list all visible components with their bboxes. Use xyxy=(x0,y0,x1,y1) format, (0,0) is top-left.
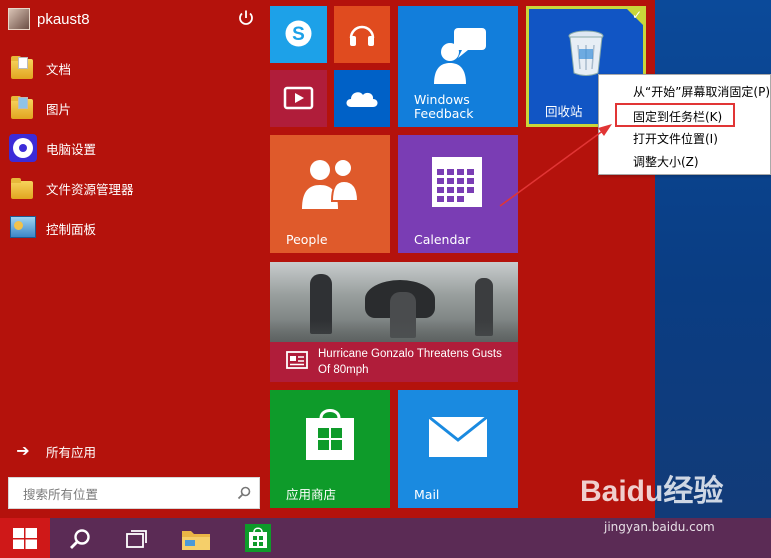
svg-text:S: S xyxy=(292,24,305,45)
news-headline: Hurricane Gonzalo Threatens Gusts Of 80m… xyxy=(318,348,502,376)
left-menu-label: 控制面板 xyxy=(46,221,97,237)
skype-icon: S xyxy=(285,20,312,47)
arrow-right-icon: ➔ xyxy=(16,443,30,460)
tile-context-menu: 从“开始”屏幕取消固定(P) 固定到任务栏(K) 打开文件位置(I) 调整大小(… xyxy=(598,74,771,175)
tile-windows-feedback[interactable]: Windows Feedback xyxy=(398,6,518,127)
store-button[interactable] xyxy=(236,518,282,558)
all-apps-label: 所有应用 xyxy=(46,444,97,460)
left-menu-label: 图片 xyxy=(46,101,72,117)
check-icon: ✓ xyxy=(631,8,642,22)
left-menu-label: 电脑设置 xyxy=(46,141,97,157)
avatar xyxy=(8,8,30,30)
task-view-icon xyxy=(126,530,147,548)
start-button[interactable] xyxy=(0,518,50,558)
left-menu-item-file-explorer[interactable]: 文件资源管理器 xyxy=(8,172,258,204)
start-left-pane: pkaust8 文档 图片 电脑设置 文件资源管理器 控制面板 ➔ 所有应用 搜… xyxy=(0,0,262,518)
search-input[interactable] xyxy=(23,484,223,504)
feedback-person-icon xyxy=(434,28,486,84)
pictures-folder-icon xyxy=(8,93,38,123)
video-icon xyxy=(283,86,314,110)
left-menu-label: 文件资源管理器 xyxy=(46,181,134,197)
people-icon xyxy=(302,158,360,209)
watermark-url: jingyan.baidu.com xyxy=(604,520,715,534)
tile-label: People xyxy=(286,232,328,247)
menu-item-open-file-location[interactable]: 打开文件位置(I) xyxy=(633,130,718,147)
user-name: pkaust8 xyxy=(37,10,90,28)
tile-label: Windows Feedback xyxy=(414,92,474,121)
tile-people[interactable]: People xyxy=(270,135,390,253)
tile-music[interactable] xyxy=(334,6,390,63)
user-account[interactable]: pkaust8 xyxy=(8,8,90,30)
control-panel-icon xyxy=(8,213,38,243)
tile-store[interactable]: 应用商店 xyxy=(270,390,390,508)
file-explorer-folder-icon xyxy=(182,531,210,550)
start-menu: pkaust8 文档 图片 电脑设置 文件资源管理器 控制面板 ➔ 所有应用 搜… xyxy=(0,0,655,518)
tile-mail[interactable]: Mail xyxy=(398,390,518,508)
headphones-icon xyxy=(349,25,375,46)
menu-item-resize[interactable]: 调整大小(Z) xyxy=(633,153,699,170)
tile-skype[interactable]: S xyxy=(270,6,327,63)
tile-news[interactable]: Hurricane Gonzalo Threatens Gusts Of 80m… xyxy=(270,262,518,382)
baidu-watermark: Baidu经验 jingyan.baidu.com xyxy=(580,466,770,556)
news-icon xyxy=(286,351,308,369)
news-photo xyxy=(270,262,518,342)
pc-settings-gear-icon xyxy=(8,133,38,163)
menu-item-unpin-from-start[interactable]: 从“开始”屏幕取消固定(P) xyxy=(633,83,770,100)
watermark-brand: Baidu经验 xyxy=(580,475,724,508)
calendar-icon xyxy=(432,157,482,207)
store-icon xyxy=(245,524,271,552)
left-menu-item-documents[interactable]: 文档 xyxy=(8,52,258,84)
search-icon xyxy=(70,529,90,549)
file-explorer-button[interactable] xyxy=(172,518,218,558)
tile-label: Calendar xyxy=(414,232,471,247)
documents-folder-icon xyxy=(8,53,38,83)
recycle-bin-icon xyxy=(568,30,604,76)
left-menu-item-control-panel[interactable]: 控制面板 xyxy=(8,212,258,244)
left-menu-item-pictures[interactable]: 图片 xyxy=(8,92,258,124)
file-explorer-folder-icon xyxy=(8,173,38,203)
left-menu-label: 文档 xyxy=(46,61,72,77)
search-icon[interactable] xyxy=(237,486,251,500)
tile-calendar[interactable]: Calendar xyxy=(398,135,518,253)
highlight-box xyxy=(615,103,735,127)
windows-logo-icon xyxy=(13,528,37,549)
search-box[interactable] xyxy=(8,477,260,509)
mail-envelope-icon xyxy=(428,416,488,457)
tile-video[interactable] xyxy=(270,70,327,127)
tile-onedrive[interactable] xyxy=(334,70,390,127)
cloud-icon xyxy=(346,92,378,107)
tile-label: 回收站 xyxy=(545,104,583,119)
task-view-button[interactable] xyxy=(113,518,159,558)
all-apps-button[interactable]: ➔ 所有应用 xyxy=(8,440,96,462)
store-bag-icon xyxy=(306,409,354,460)
search-button[interactable] xyxy=(57,518,103,558)
tile-label: 应用商店 xyxy=(286,487,337,502)
left-menu-item-pc-settings[interactable]: 电脑设置 xyxy=(8,132,258,164)
tile-label: Mail xyxy=(414,487,440,502)
power-icon[interactable] xyxy=(236,8,256,28)
